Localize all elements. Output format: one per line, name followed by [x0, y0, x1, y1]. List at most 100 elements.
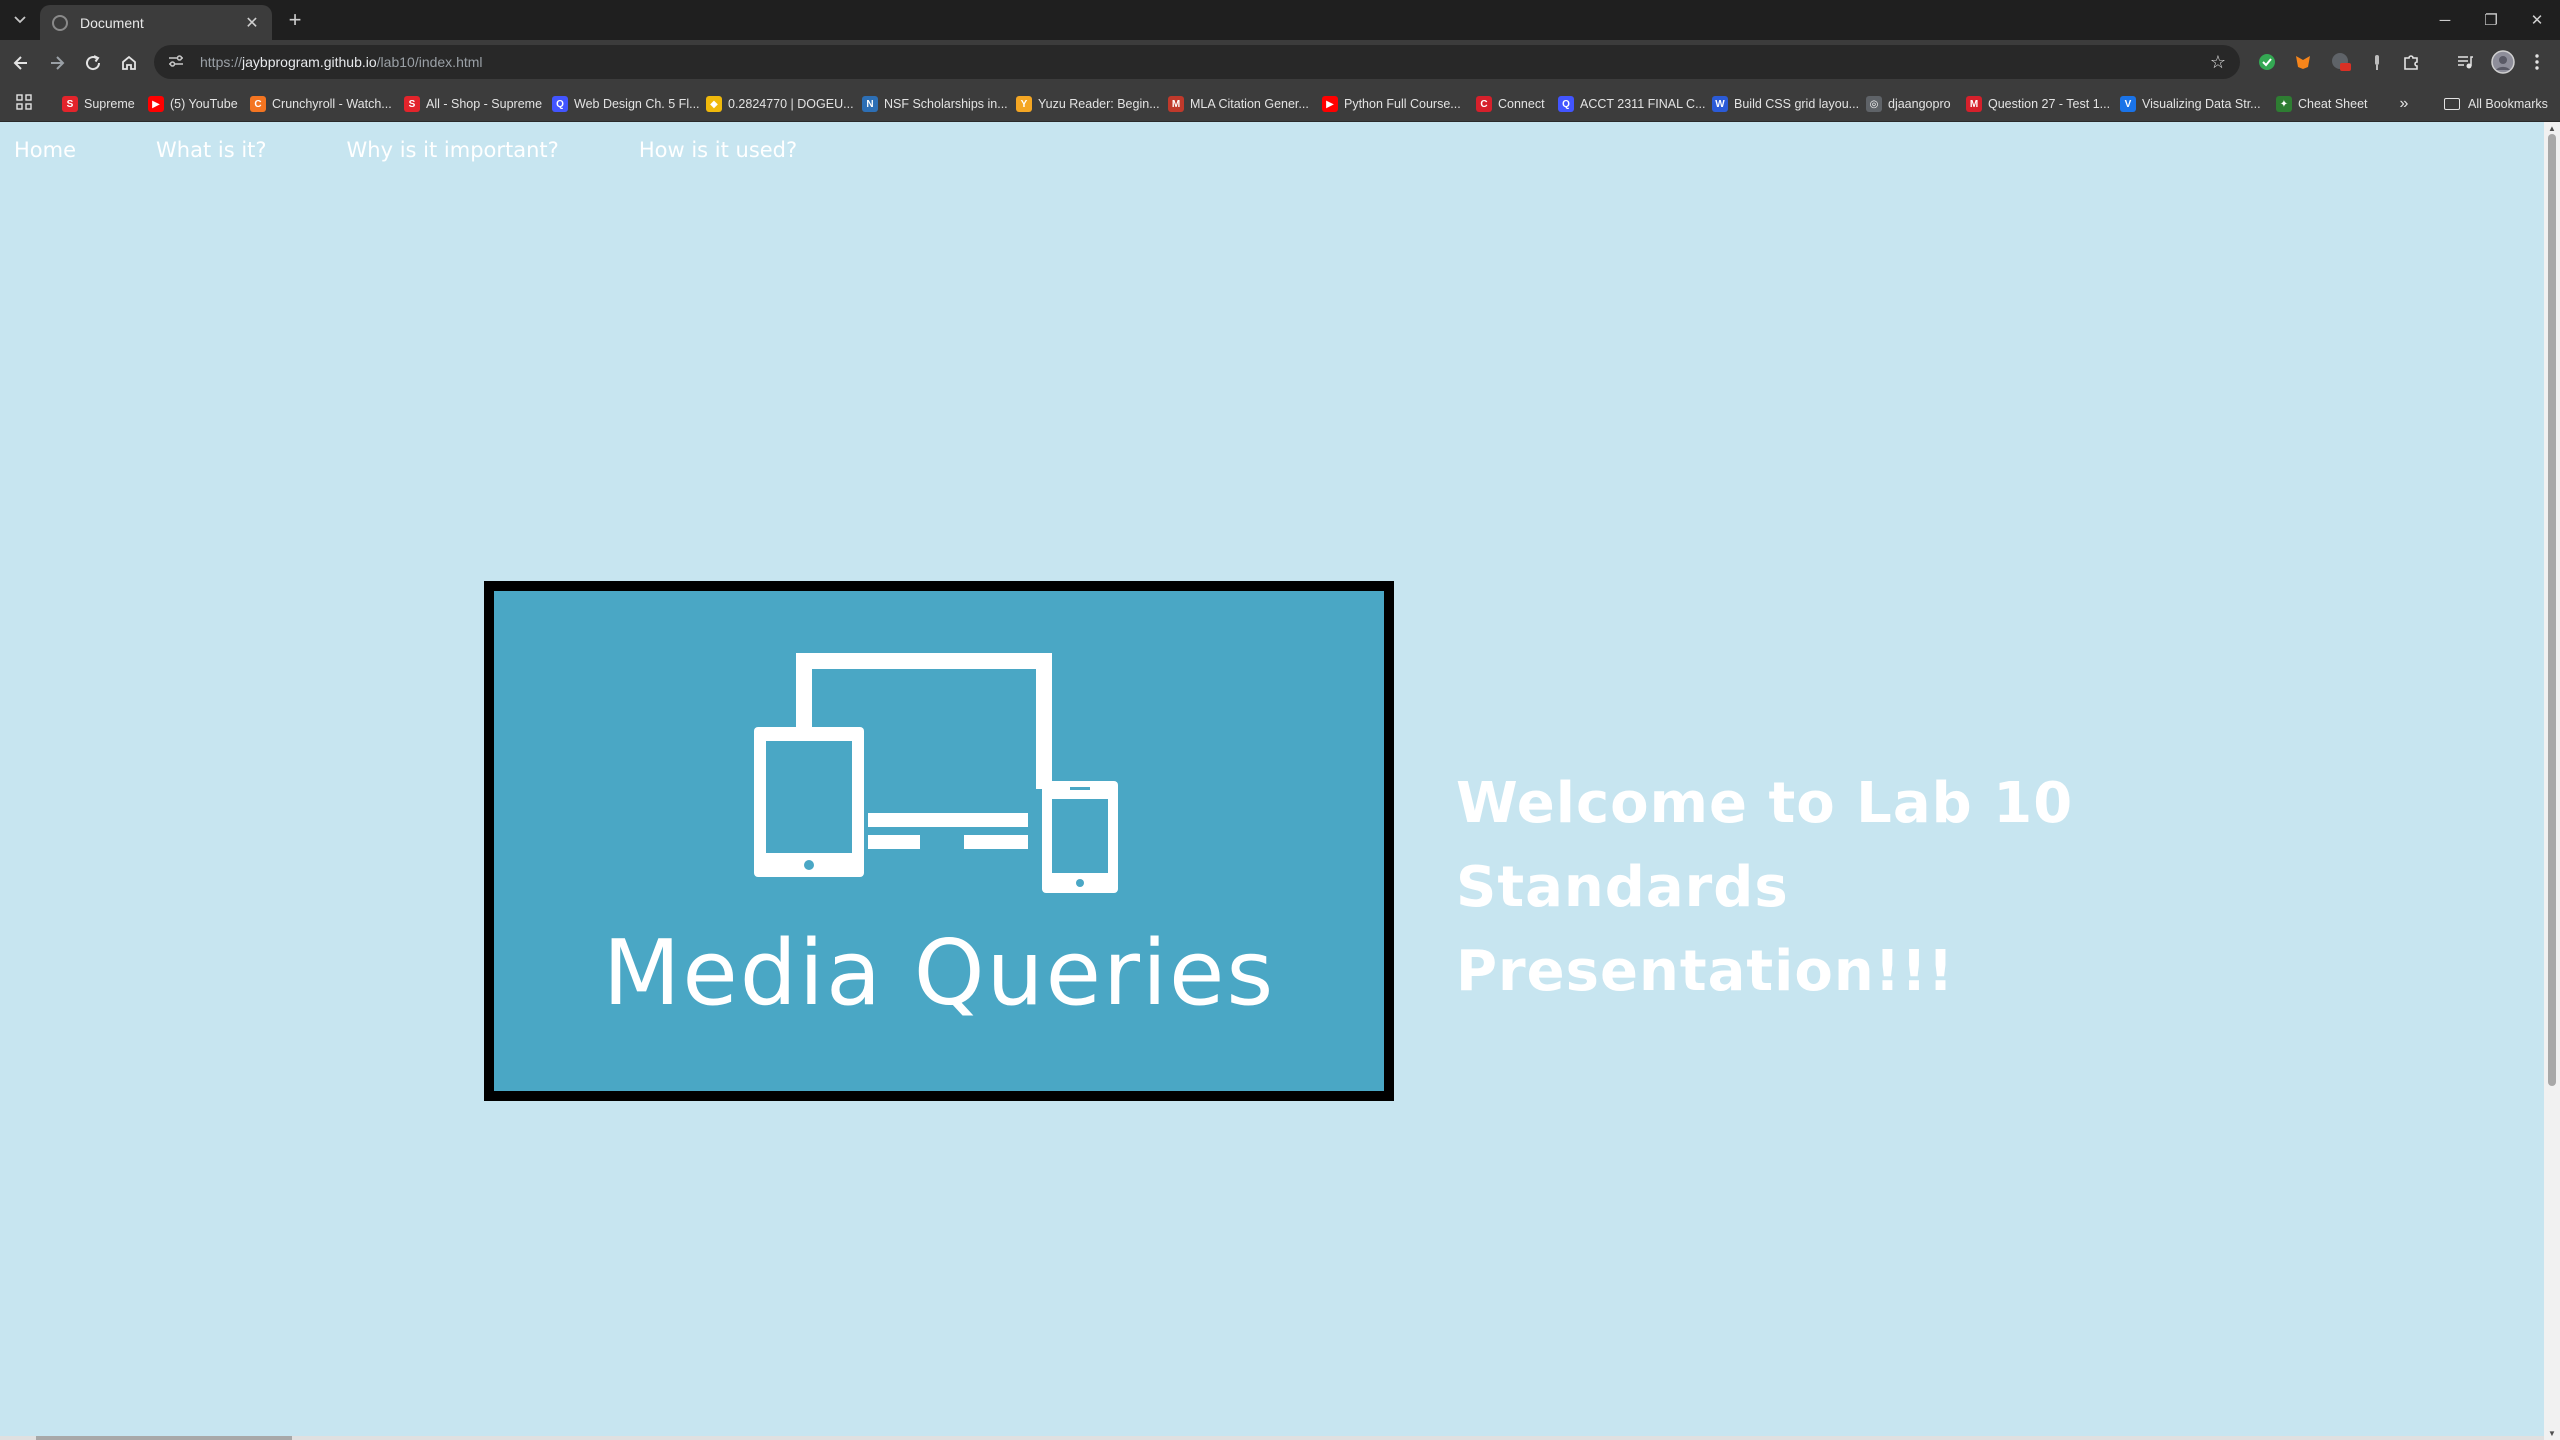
url-scheme: https:// — [200, 54, 243, 70]
close-window-button[interactable]: ✕ — [2514, 0, 2560, 40]
forward-button[interactable] — [40, 46, 74, 80]
media-controls-icon[interactable] — [2454, 51, 2476, 73]
home-icon — [122, 55, 136, 70]
welcome-line-2: Standards Presentation!!! — [1456, 855, 1955, 1004]
nav-link-home[interactable]: Home — [14, 138, 76, 162]
cheatsheet-icon: ✦ — [2276, 96, 2292, 112]
bookmark-label: Cheat Sheet — [2298, 97, 2368, 111]
bookmark-label: (5) YouTube — [170, 97, 238, 111]
extensions-puzzle-icon[interactable] — [2400, 51, 2422, 73]
bookmark-label: Connect — [1498, 97, 1545, 111]
bookmark-item[interactable]: C Crunchyroll - Watch... — [250, 92, 392, 116]
all-bookmarks-label: All Bookmarks — [2468, 97, 2548, 111]
back-button[interactable] — [4, 46, 38, 80]
bookmark-label: All - Shop - Supreme — [426, 97, 543, 111]
mla-icon: M — [1168, 96, 1184, 112]
bookmark-item[interactable]: W Build CSS grid layou... — [1712, 92, 1859, 116]
scroll-down-icon[interactable]: ▼ — [2547, 1429, 2557, 1438]
apps-grid-icon[interactable] — [16, 94, 34, 112]
bookmark-label: djaangopro — [1888, 97, 1951, 111]
browser-window: Document ✕ + ─ ❐ ✕ https://jaybprogram.g… — [0, 0, 2560, 1440]
bookmark-item[interactable]: Y Yuzu Reader: Begin... — [1016, 92, 1160, 116]
profile-avatar[interactable] — [2490, 49, 2516, 75]
globe-icon — [52, 14, 68, 31]
tab-search-icon[interactable] — [8, 6, 32, 34]
globe-icon: ◎ — [1866, 96, 1882, 112]
bookmark-label: Visualizing Data Str... — [2142, 97, 2261, 111]
w3-icon: W — [1712, 96, 1728, 112]
bookmark-item[interactable]: M Question 27 - Test 1... — [1966, 92, 2110, 116]
nav-link-what-is-it[interactable]: What is it? — [156, 138, 267, 162]
bookmark-item[interactable]: C Connect — [1476, 92, 1545, 116]
tab-title: Document — [80, 14, 144, 31]
url-path: /lab10/index.html — [376, 54, 483, 70]
scroll-up-icon[interactable]: ▲ — [2547, 124, 2557, 133]
quizlet-icon: Q — [1558, 96, 1574, 112]
mcgraw-icon: M — [1966, 96, 1982, 112]
tab-document[interactable]: Document ✕ — [40, 5, 272, 40]
bookmark-item[interactable]: M MLA Citation Gener... — [1168, 92, 1309, 116]
bookmark-label: Yuzu Reader: Begin... — [1038, 97, 1160, 111]
horizontal-scroll-thumb[interactable] — [36, 1436, 292, 1440]
nsf-icon: N — [862, 96, 878, 112]
back-arrow-icon — [13, 56, 27, 70]
bookmark-item[interactable]: ▶ (5) YouTube — [148, 92, 238, 116]
bookmark-star-icon[interactable]: ☆ — [2210, 52, 2226, 73]
bookmark-item[interactable]: S All - Shop - Supreme — [404, 92, 542, 116]
scroll-thumb[interactable] — [2548, 134, 2556, 1086]
more-bookmarks-icon[interactable]: » — [2392, 92, 2416, 116]
bookmark-label: Web Design Ch. 5 Fl... — [574, 97, 700, 111]
bookmark-item[interactable]: ✦ Cheat Sheet — [2276, 92, 2368, 116]
bookmark-item[interactable]: ◎ djaangopro — [1866, 92, 1951, 116]
reload-icon — [86, 55, 101, 71]
visualgo-icon: V — [2120, 96, 2136, 112]
extension-check-icon[interactable] — [2256, 51, 2278, 73]
bookmark-label: MLA Citation Gener... — [1190, 97, 1309, 111]
all-bookmarks-button[interactable]: All Bookmarks — [2444, 92, 2548, 116]
reload-button[interactable] — [76, 46, 110, 80]
toolbar: https://jaybprogram.github.io/lab10/inde… — [0, 40, 2560, 85]
minimize-button[interactable]: ─ — [2422, 0, 2468, 40]
url-text: https://jaybprogram.github.io/lab10/inde… — [200, 54, 483, 70]
horizontal-scrollbar[interactable] — [0, 1436, 2544, 1440]
youtube-icon: ▶ — [148, 96, 164, 112]
bookmark-label: Python Full Course... — [1344, 97, 1461, 111]
bookmark-item[interactable]: Q Web Design Ch. 5 Fl... — [552, 92, 700, 116]
restore-button[interactable]: ❐ — [2468, 0, 2514, 40]
site-nav: Home What is it? Why is it important? Ho… — [14, 138, 877, 162]
tab-close-icon[interactable]: ✕ — [242, 13, 262, 33]
nav-link-why-important[interactable]: Why is it important? — [347, 138, 559, 162]
site-info-icon[interactable] — [168, 54, 190, 71]
hero-title: Media Queries — [602, 921, 1276, 1026]
bookmark-label: NSF Scholarships in... — [884, 97, 1008, 111]
bookmark-item[interactable]: N NSF Scholarships in... — [862, 92, 1008, 116]
address-bar[interactable]: https://jaybprogram.github.io/lab10/inde… — [154, 45, 2240, 79]
extension-badge-icon[interactable] — [2330, 51, 2352, 73]
supreme-icon: S — [404, 96, 420, 112]
home-button[interactable] — [112, 46, 146, 80]
extension-metamask-icon[interactable] — [2292, 51, 2314, 73]
crunchyroll-icon: C — [250, 96, 266, 112]
tab-strip: Document ✕ + ─ ❐ ✕ — [0, 0, 2560, 40]
bookmark-label: ACCT 2311 FINAL C... — [1580, 97, 1706, 111]
url-host: jaybprogram.github.io — [242, 54, 377, 70]
bookmark-item[interactable]: S Supreme — [62, 92, 135, 116]
vertical-scrollbar[interactable]: ▲ ▼ — [2544, 122, 2560, 1440]
welcome-heading: Welcome to Lab 10 Standards Presentation… — [1456, 762, 2276, 1014]
bookmark-item[interactable]: ▶ Python Full Course... — [1322, 92, 1461, 116]
bookmark-item[interactable]: V Visualizing Data Str... — [2120, 92, 2261, 116]
browser-menu-icon[interactable] — [2526, 51, 2548, 73]
bookmark-label: Build CSS grid layou... — [1734, 97, 1860, 111]
extension-dropper-icon[interactable] — [2366, 51, 2388, 73]
bookmark-item[interactable]: ◆ 0.2824770 | DOGEU... — [706, 92, 854, 116]
bookmark-item[interactable]: Q ACCT 2311 FINAL C... — [1558, 92, 1706, 116]
new-tab-button[interactable]: + — [280, 6, 310, 34]
folder-icon — [2444, 98, 2460, 110]
nav-link-how-used[interactable]: How is it used? — [639, 138, 797, 162]
page-viewport: Home What is it? Why is it important? Ho… — [0, 122, 2560, 1440]
bookmark-label: Question 27 - Test 1... — [1988, 97, 2111, 111]
youtube-icon: ▶ — [1322, 96, 1338, 112]
forward-arrow-icon — [51, 56, 65, 70]
binance-icon: ◆ — [706, 96, 722, 112]
connect-icon: C — [1476, 96, 1492, 112]
